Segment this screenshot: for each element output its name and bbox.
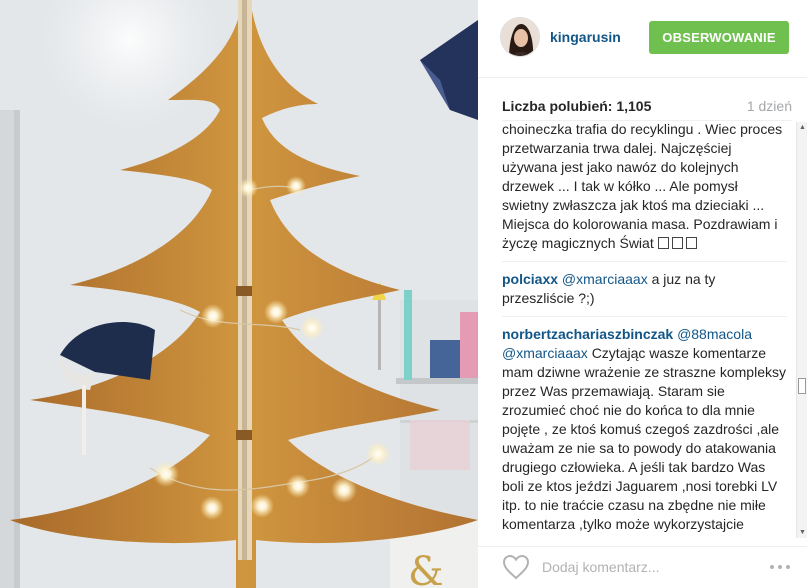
scroll-up-arrow-icon[interactable]: ▲ (797, 122, 807, 133)
comment-mention[interactable]: @xmarciaaax (562, 271, 648, 287)
emoji-icon (657, 237, 669, 249)
comment-text: choineczka trafia do recyklingu . Wiec p… (502, 122, 783, 251)
emoji-icon (685, 237, 697, 249)
comment-username[interactable]: polciaxx (502, 271, 558, 287)
more-options-icon[interactable] (768, 557, 792, 575)
emoji-icon (671, 237, 683, 249)
comments-list[interactable]: choineczka trafia do recyklingu . Wiec p… (502, 122, 787, 538)
emoji-glyphs (657, 235, 700, 251)
likes-row: Liczba polubień: 1,105 1 dzień (502, 98, 792, 118)
heart-outline-icon[interactable] (502, 554, 530, 580)
post-footer (478, 546, 807, 588)
likes-count[interactable]: Liczba polubień: 1,105 (502, 98, 651, 114)
follow-button[interactable]: OBSERWOWANIE (649, 21, 789, 54)
post-photo: & (0, 0, 478, 588)
profile-photo-icon (501, 18, 539, 56)
comment-username[interactable]: norbertzachariaszbinczak (502, 326, 673, 342)
cardboard-christmas-tree-photo: & (0, 0, 478, 588)
svg-text:&: & (408, 549, 444, 588)
scrollbar-thumb[interactable] (798, 378, 806, 394)
comment-item: norbertzachariaszbinczak @88macola @xmar… (502, 325, 787, 534)
comment-separator (502, 261, 787, 262)
comment-item: polciaxx @xmarciaaax a juz na ty przeszl… (502, 270, 787, 308)
comment-separator (502, 316, 787, 317)
post-header: kingarusin OBSERWOWANIE (478, 0, 807, 78)
post-sidebar: kingarusin OBSERWOWANIE Liczba polubień:… (478, 0, 807, 588)
post-timestamp[interactable]: 1 dzień (747, 98, 792, 114)
avatar[interactable] (500, 17, 540, 57)
comment-input[interactable] (542, 555, 762, 579)
comment-text: Czytając wasze komentarze mam dziwne wra… (502, 345, 786, 532)
username-link[interactable]: kingarusin (550, 29, 621, 45)
divider (502, 120, 792, 121)
caption-comment: choineczka trafia do recyklingu . Wiec p… (502, 122, 787, 253)
comments-scrollbar[interactable]: ▲ ▼ (796, 122, 807, 538)
scroll-down-arrow-icon[interactable]: ▼ (797, 527, 807, 538)
